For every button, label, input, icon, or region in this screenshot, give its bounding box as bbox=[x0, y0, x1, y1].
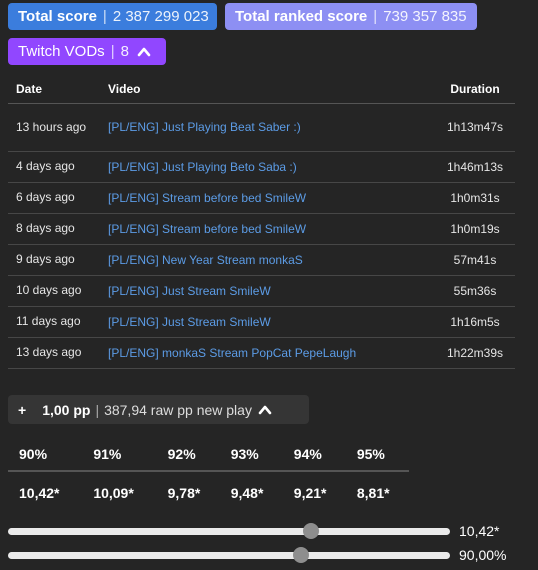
vod-duration: 1h0m19s bbox=[435, 213, 515, 245]
column-header-date: Date bbox=[8, 75, 100, 104]
ranked-score-value: 739 357 835 bbox=[383, 8, 467, 25]
vod-date: 9 days ago bbox=[8, 244, 100, 276]
accuracy-slider-row: 90,00% bbox=[8, 546, 528, 564]
stars-cell: 10,09* bbox=[93, 484, 134, 501]
vod-duration: 1h16m5s bbox=[435, 306, 515, 338]
table-row: 13 days ago [PL/ENG] monkaS Stream PopCa… bbox=[8, 337, 515, 369]
vod-duration: 1h22m39s bbox=[435, 337, 515, 369]
accuracy-slider-thumb[interactable] bbox=[292, 547, 309, 563]
stars-row: 10,42* 10,09* 9,78* 9,48* 9,21* 8,81* bbox=[8, 471, 409, 513]
vod-date: 6 days ago bbox=[8, 182, 100, 214]
twitch-vods-label: Twitch VODs bbox=[18, 43, 105, 60]
accuracy-cell: 90% bbox=[8, 438, 83, 472]
total-score-badge: Total score | 2 387 299 023 bbox=[8, 3, 217, 30]
vod-link[interactable]: [PL/ENG] Just Playing Beat Saber :) bbox=[108, 120, 301, 134]
table-row: 6 days ago [PL/ENG] Stream before bed Sm… bbox=[8, 182, 515, 214]
stars-cell: 8,81* bbox=[356, 484, 390, 501]
table-row: 10 days ago [PL/ENG] Just Stream SmileW … bbox=[8, 275, 515, 307]
plus-icon: + bbox=[18, 401, 27, 418]
accuracy-cell: 95% bbox=[345, 438, 409, 472]
separator: | bbox=[373, 8, 378, 25]
stars-slider-thumb[interactable] bbox=[303, 523, 320, 539]
vod-date: 13 days ago bbox=[8, 337, 100, 369]
chevron-up-icon bbox=[137, 47, 151, 56]
vod-link[interactable]: [PL/ENG] Just Stream SmileW bbox=[108, 284, 271, 298]
vod-duration: 55m36s bbox=[435, 275, 515, 307]
pp-calculator-toggle-button[interactable]: + 1,00 pp | 387,94 raw pp new play bbox=[8, 395, 309, 424]
accuracy-slider-value: 90,00% bbox=[459, 547, 507, 563]
vod-duration: 1h13m47s bbox=[435, 103, 515, 152]
twitch-vods-table: Date Video Duration 13 hours ago [PL/ENG… bbox=[8, 75, 515, 369]
table-row: 11 days ago [PL/ENG] Just Stream SmileW … bbox=[8, 306, 515, 338]
accuracy-cell: 91% bbox=[82, 438, 157, 472]
separator: | bbox=[102, 8, 107, 25]
vod-link[interactable]: [PL/ENG] Stream before bed SmileW bbox=[108, 191, 306, 205]
table-header-row: Date Video Duration bbox=[8, 75, 515, 104]
vod-date: 13 hours ago bbox=[8, 103, 100, 152]
accuracy-cell: 93% bbox=[219, 438, 283, 472]
total-score-value: 2 387 299 023 bbox=[112, 8, 209, 25]
stars-cell: 9,48* bbox=[230, 484, 264, 501]
chevron-up-icon bbox=[258, 405, 272, 414]
vod-link[interactable]: [PL/ENG] Just Playing Beto Saba :) bbox=[108, 160, 297, 174]
stars-slider-value: 10,42* bbox=[459, 523, 500, 539]
vod-link[interactable]: [PL/ENG] Stream before bed SmileW bbox=[108, 222, 306, 236]
vod-link[interactable]: [PL/ENG] monkaS Stream PopCat PepeLaugh bbox=[108, 346, 356, 360]
vod-link[interactable]: [PL/ENG] New Year Stream monkaS bbox=[108, 253, 303, 267]
table-row: 13 hours ago [PL/ENG] Just Playing Beat … bbox=[8, 103, 515, 152]
separator: | bbox=[110, 43, 115, 60]
accuracy-cell: 92% bbox=[156, 438, 220, 472]
column-header-duration: Duration bbox=[435, 75, 515, 104]
stars-cell: 10,42* bbox=[19, 484, 60, 501]
vod-link[interactable]: [PL/ENG] Just Stream SmileW bbox=[108, 315, 271, 329]
vod-date: 11 days ago bbox=[8, 306, 100, 338]
table-row: 4 days ago [PL/ENG] Just Playing Beto Sa… bbox=[8, 151, 515, 183]
accuracy-cell: 94% bbox=[282, 438, 346, 472]
twitch-vods-count: 8 bbox=[120, 43, 129, 60]
vod-duration: 57m41s bbox=[435, 244, 515, 276]
table-row: 9 days ago [PL/ENG] New Year Stream monk… bbox=[8, 244, 515, 276]
vod-duration: 1h0m31s bbox=[435, 182, 515, 214]
accuracy-stars-table: 90% 91% 92% 93% 94% 95% 10,42* 10,09* 9,… bbox=[8, 438, 409, 513]
stars-cell: 9,21* bbox=[293, 484, 327, 501]
ranked-score-badge: Total ranked score | 739 357 835 bbox=[225, 3, 477, 30]
total-score-label: Total score bbox=[18, 8, 97, 25]
vod-date: 4 days ago bbox=[8, 151, 100, 183]
accuracy-slider[interactable] bbox=[8, 547, 450, 563]
vod-date: 8 days ago bbox=[8, 213, 100, 245]
raw-pp-text: 387,94 raw pp new play bbox=[104, 401, 252, 418]
column-header-video: Video bbox=[100, 75, 435, 104]
ranked-score-label: Total ranked score bbox=[235, 8, 368, 25]
vod-date: 10 days ago bbox=[8, 275, 100, 307]
stars-cell: 9,78* bbox=[167, 484, 201, 501]
accuracy-row: 90% 91% 92% 93% 94% 95% bbox=[8, 438, 409, 472]
vod-duration: 1h46m13s bbox=[435, 151, 515, 183]
table-row: 8 days ago [PL/ENG] Stream before bed Sm… bbox=[8, 213, 515, 245]
stars-slider-row: 10,42* bbox=[8, 522, 528, 540]
stars-slider[interactable] bbox=[8, 523, 450, 539]
separator: | bbox=[95, 401, 100, 418]
pp-gain-value: 1,00 pp bbox=[42, 401, 91, 418]
twitch-vods-toggle-button[interactable]: Twitch VODs | 8 bbox=[8, 38, 166, 65]
